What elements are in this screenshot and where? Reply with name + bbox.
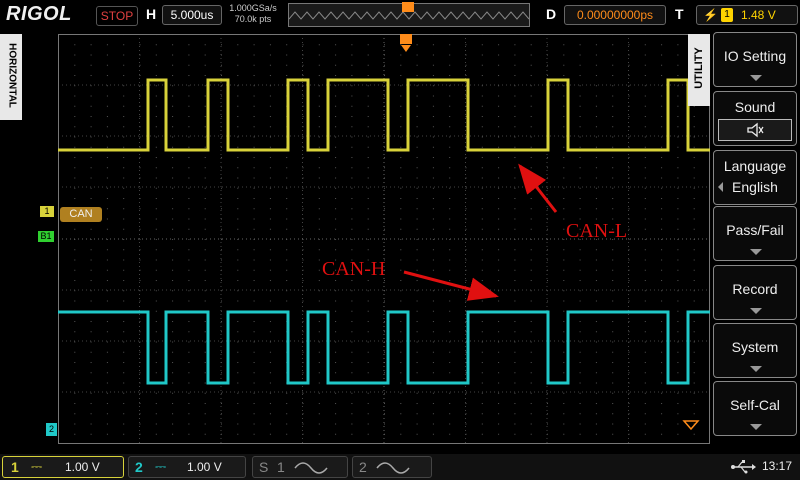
menu-language[interactable]: Language English xyxy=(713,150,797,205)
rigol-logo: RIGOL xyxy=(6,3,72,25)
chevron-left-icon xyxy=(718,182,723,192)
menu-pass-fail-label: Pass/Fail xyxy=(726,222,784,238)
chevron-down-icon xyxy=(750,366,762,372)
chevron-down-icon xyxy=(750,75,762,81)
bus-offset-marker[interactable]: B1 xyxy=(38,231,54,242)
trigger-level: 1.48 V xyxy=(741,8,776,22)
delay-value[interactable]: 0.00000000ps xyxy=(564,5,666,25)
trigger-edge-icon: ⚡ xyxy=(703,8,718,22)
utility-tab-label: UTILITY xyxy=(693,47,705,89)
chevron-down-icon xyxy=(750,308,762,314)
memory-depth: 70.0k pts xyxy=(234,14,272,24)
clock-time: 13:17 xyxy=(762,459,793,473)
run-stop-status[interactable]: STOP xyxy=(96,6,138,26)
utility-tab[interactable]: UTILITY xyxy=(688,34,710,106)
dc-coupling-icon: ⎓ xyxy=(155,458,167,474)
sound-toggle[interactable] xyxy=(718,119,792,141)
trigger-channel: 1 xyxy=(721,8,733,22)
overview-trigger-marker-icon xyxy=(402,2,414,12)
sample-info: 1.000GSa/s 70.0k pts xyxy=(228,3,278,25)
can-l-annotation: CAN-L xyxy=(566,220,628,242)
menu-system-label: System xyxy=(731,339,779,355)
menu-io-setting-label: IO Setting xyxy=(723,48,787,64)
ch2-number: 2 xyxy=(135,459,143,475)
source1-number: 1 xyxy=(277,459,285,475)
sine-wave-icon xyxy=(294,462,328,474)
menu-sound[interactable]: Sound xyxy=(713,91,797,146)
dc-coupling-icon: ⎓ xyxy=(31,458,43,474)
can-h-annotation: CAN-H xyxy=(322,258,386,280)
speaker-muted-icon xyxy=(747,122,764,138)
menu-system[interactable]: System xyxy=(713,323,797,378)
horizontal-label: H xyxy=(146,6,157,22)
sample-rate: 1.000GSa/s xyxy=(229,3,277,13)
trigger-settings[interactable]: ⚡ 1 1.48 V xyxy=(696,5,798,25)
trigger-label: T xyxy=(675,6,684,22)
source1-status-box[interactable]: S 1 xyxy=(252,456,348,478)
ch2-offset-marker[interactable]: 2 xyxy=(46,423,57,436)
timebase-value[interactable]: 5.000us xyxy=(162,5,222,25)
menu-pass-fail[interactable]: Pass/Fail xyxy=(713,206,797,261)
ch1-scale: 1.00 V xyxy=(65,460,100,474)
ch1-number: 1 xyxy=(11,459,19,475)
delay-label: D xyxy=(546,6,557,22)
ch1-status-box[interactable]: 1 ⎓ 1.00 V xyxy=(2,456,124,478)
menu-record-label: Record xyxy=(732,281,778,297)
ch2-scale: 1.00 V xyxy=(187,460,222,474)
horizontal-tab[interactable]: HORIZONTAL xyxy=(0,34,22,120)
usb-icon xyxy=(731,460,756,474)
menu-io-setting[interactable]: IO Setting xyxy=(713,32,797,87)
top-status-bar: RIGOL STOP H 5.000us 1.000GSa/s 70.0k pt… xyxy=(0,0,800,30)
sine-wave-icon xyxy=(376,462,410,474)
menu-record[interactable]: Record xyxy=(713,265,797,320)
source2-number: 2 xyxy=(359,459,367,475)
menu-self-cal[interactable]: Self-Cal xyxy=(713,381,797,436)
chevron-down-icon xyxy=(750,424,762,430)
source2-status-box[interactable]: 2 xyxy=(352,456,432,478)
waveform-overview[interactable] xyxy=(288,2,530,27)
menu-language-value: English xyxy=(732,179,778,195)
ch2-status-box[interactable]: 2 ⎓ 1.00 V xyxy=(128,456,246,478)
bus-decode-label: CAN xyxy=(60,207,102,222)
menu-self-cal-label: Self-Cal xyxy=(730,397,780,413)
menu-language-label: Language xyxy=(723,158,787,174)
ch1-offset-marker[interactable]: 1 xyxy=(40,206,54,217)
menu-sound-label: Sound xyxy=(734,99,776,115)
source1-label: S xyxy=(259,459,269,475)
horizontal-tab-label: HORIZONTAL xyxy=(6,43,18,108)
chevron-down-icon xyxy=(750,249,762,255)
